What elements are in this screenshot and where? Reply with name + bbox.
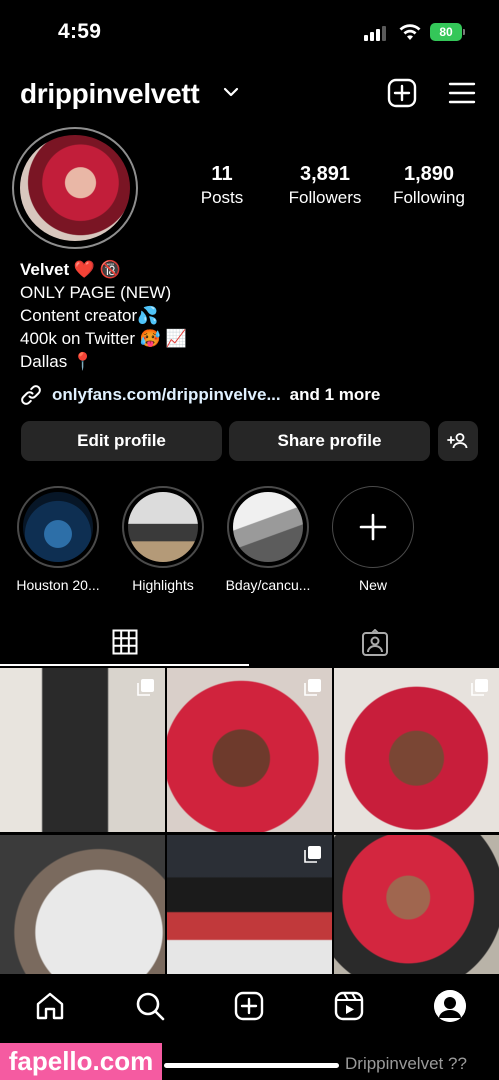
profile-header: drippinvelvett xyxy=(0,70,499,116)
highlight-item[interactable]: Houston 20... xyxy=(8,486,108,593)
posts-stat[interactable]: 11 Posts xyxy=(192,163,252,208)
watermark-caption: Drippinvelvet ?? xyxy=(345,1054,467,1073)
menu-icon[interactable] xyxy=(448,80,476,106)
tab-tagged[interactable] xyxy=(250,620,499,666)
followers-label: Followers xyxy=(288,188,362,207)
highlight-cover xyxy=(128,492,198,562)
profile-tabs xyxy=(0,620,499,666)
edit-profile-button[interactable]: Edit profile xyxy=(21,421,222,461)
highlight-item[interactable]: Bday/cancu... xyxy=(218,486,318,593)
highlight-ring xyxy=(122,486,204,568)
profile-icon xyxy=(434,990,466,1022)
followers-count: 3,891 xyxy=(299,163,351,185)
bio: Velvet ❤️ 🔞 ONLY PAGE (NEW) Content crea… xyxy=(20,258,480,373)
chevron-down-icon[interactable] xyxy=(223,86,239,98)
highlight-ring xyxy=(17,486,99,568)
following-count: 1,890 xyxy=(403,163,455,185)
share-profile-button[interactable]: Share profile xyxy=(229,421,430,461)
highlight-cover xyxy=(23,492,93,562)
link-text[interactable]: onlyfans.com/drippinvelve... xyxy=(52,385,281,405)
display-name: Velvet ❤️ 🔞 xyxy=(20,260,121,279)
multiple-images-icon xyxy=(304,846,321,863)
bio-line: Content creator💦 xyxy=(20,306,159,325)
tagged-icon xyxy=(361,629,388,656)
avatar xyxy=(20,135,130,241)
username[interactable]: drippinvelvett xyxy=(20,78,200,110)
add-post-icon[interactable] xyxy=(387,78,417,108)
bio-link[interactable]: onlyfans.com/drippinvelve... and 1 more xyxy=(20,383,380,407)
posts-label: Posts xyxy=(200,188,244,207)
new-highlight-ring xyxy=(332,486,414,568)
profile-nav-avatar[interactable] xyxy=(434,990,466,1022)
bio-line: 400k on Twitter 🥵 📈 xyxy=(20,329,187,348)
grid-post[interactable] xyxy=(0,668,165,832)
following-label: Following xyxy=(393,188,465,207)
posts-grid xyxy=(0,668,499,974)
grid-post[interactable] xyxy=(167,835,332,974)
profile-stats: 11 Posts 3,891 Followers 1,890 Following xyxy=(180,163,480,213)
grid-post[interactable] xyxy=(334,668,499,832)
search-icon[interactable] xyxy=(134,990,166,1022)
link-more[interactable]: and 1 more xyxy=(290,385,381,405)
posts-count: 11 xyxy=(211,163,233,185)
bio-line: Dallas 📍 xyxy=(20,352,94,371)
wifi-icon xyxy=(399,24,421,40)
watermark-logo: fapello.com xyxy=(0,1043,162,1080)
followers-stat[interactable]: 3,891 Followers xyxy=(280,163,370,208)
highlight-label: Houston 20... xyxy=(16,577,100,593)
following-stat[interactable]: 1,890 Following xyxy=(384,163,474,208)
highlight-label: New xyxy=(358,577,387,593)
plus-icon xyxy=(359,513,387,541)
multiple-images-icon xyxy=(137,679,154,696)
avatar-ring[interactable] xyxy=(12,127,138,249)
status-time: 4:59 xyxy=(58,20,102,43)
discover-people-button[interactable] xyxy=(438,421,478,461)
home-icon[interactable] xyxy=(34,990,66,1022)
create-icon[interactable] xyxy=(233,990,265,1022)
add-person-icon xyxy=(447,433,468,449)
bottom-nav xyxy=(0,974,499,1038)
grid-icon xyxy=(112,629,137,655)
status-bar: 4:59 80 xyxy=(0,0,499,62)
cellular-signal-icon xyxy=(364,25,390,41)
highlight-ring xyxy=(227,486,309,568)
highlight-label: Highlights xyxy=(132,577,194,593)
link-icon xyxy=(21,385,41,405)
battery-icon: 80 xyxy=(430,23,462,41)
home-indicator xyxy=(164,1063,339,1068)
multiple-images-icon xyxy=(304,679,321,696)
highlight-item[interactable]: Highlights xyxy=(113,486,213,593)
bio-line: ONLY PAGE (NEW) xyxy=(20,283,172,302)
reels-icon[interactable] xyxy=(333,990,365,1022)
new-highlight-button[interactable]: New xyxy=(323,486,423,593)
grid-post[interactable] xyxy=(0,835,165,974)
grid-post[interactable] xyxy=(334,835,499,974)
highlight-label: Bday/cancu... xyxy=(225,577,311,593)
multiple-images-icon xyxy=(471,679,488,696)
grid-post[interactable] xyxy=(167,668,332,832)
battery-cap xyxy=(463,29,465,35)
highlight-cover xyxy=(233,492,303,562)
tab-posts-grid[interactable] xyxy=(0,620,249,666)
